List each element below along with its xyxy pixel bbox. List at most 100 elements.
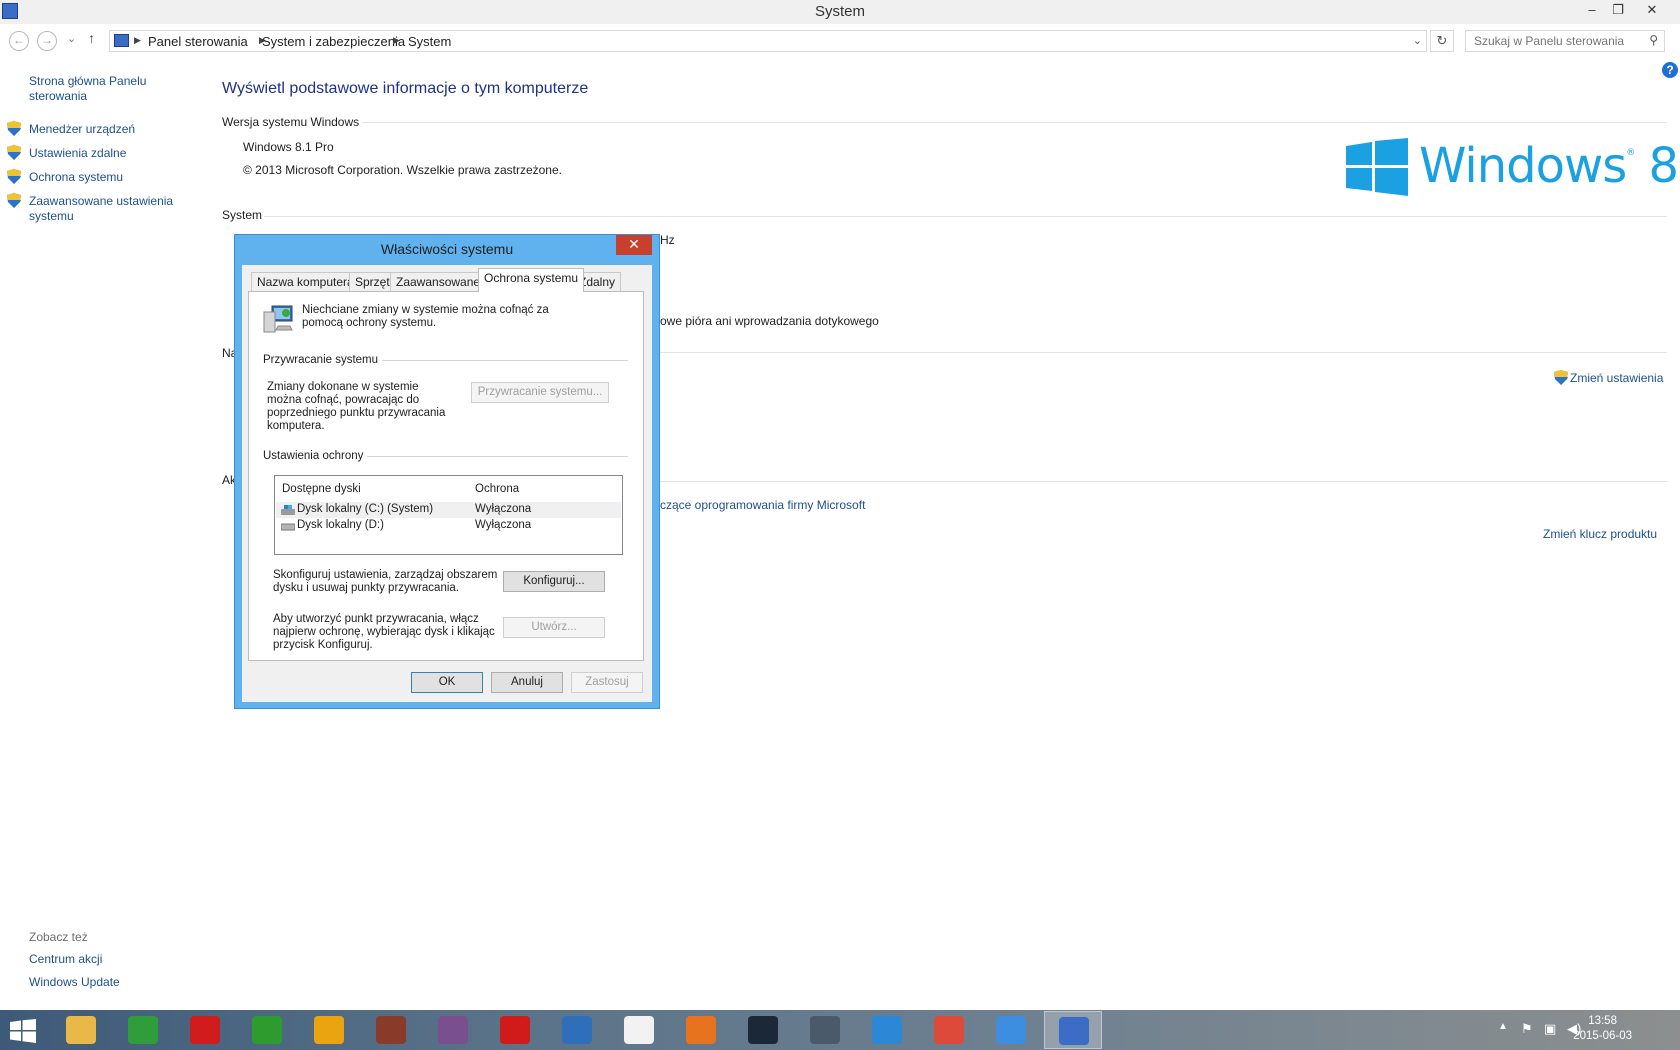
column-header-protection[interactable]: Ochrona — [475, 483, 519, 495]
sidebar-item-remote-settings[interactable]: Ustawienia zdalne — [29, 146, 126, 161]
system-properties-dialog: Właściwości systemu ✕ Nazwa komputera Sp… — [234, 234, 660, 709]
dialog-body: Nazwa komputera Sprzęt Zaawansowane Ochr… — [242, 265, 652, 702]
drive-status: Wyłączona — [475, 503, 532, 515]
shield-icon — [7, 145, 21, 160]
license-terms-link[interactable]: czące oprogramowania firmy Microsoft — [660, 498, 865, 512]
taskbar-thunderbird-button[interactable] — [548, 1011, 606, 1049]
origin-icon — [686, 1016, 716, 1044]
uplay-icon — [872, 1016, 902, 1044]
search-icon[interactable]: ⚲ — [1649, 33, 1658, 47]
restore-button[interactable]: ❐ — [1604, 0, 1632, 22]
window-title: System — [814, 3, 865, 20]
logo-version: 8 — [1648, 138, 1680, 194]
taskbar-aida64-button[interactable] — [238, 1011, 296, 1049]
taskbar-origin-button[interactable] — [672, 1011, 730, 1049]
splatter-icon — [500, 1016, 530, 1044]
game-icon — [376, 1016, 406, 1044]
page-title: Wyświetl podstawowe informacje o tym kom… — [222, 80, 589, 97]
sidebar-item-system-protection[interactable]: Ochrona systemu — [29, 170, 123, 185]
chevron-right-icon[interactable]: ▶ — [134, 35, 141, 46]
taskbar-gog-button[interactable] — [424, 1011, 482, 1049]
taskbar-record-button[interactable] — [176, 1011, 234, 1049]
clock-time: 13:58 — [1588, 1015, 1617, 1027]
change-product-key-link[interactable]: Zmień klucz produktu — [1543, 527, 1657, 541]
aimp-icon — [314, 1016, 344, 1044]
taskbar-steam-button[interactable] — [734, 1011, 792, 1049]
up-button[interactable]: ↑ — [88, 30, 95, 46]
section-divider — [362, 122, 1667, 123]
drive-row-c[interactable]: Dysk lokalny (C:) (System) Wyłączona — [276, 502, 621, 518]
sidebar-item-advanced-settings[interactable]: Zaawansowane ustawienia systemu — [29, 194, 179, 224]
help-icon[interactable]: ? — [1662, 62, 1678, 78]
back-button[interactable]: ← — [9, 31, 29, 51]
section-divider — [660, 352, 1667, 353]
ok-button[interactable]: OK — [411, 672, 483, 693]
taskbar-moon-button[interactable] — [796, 1011, 854, 1049]
taskbar-game-button[interactable] — [362, 1011, 420, 1049]
show-hidden-icons[interactable]: ▲ — [1498, 1021, 1508, 1032]
breadcrumb-system-security[interactable]: System i zabezpieczenia — [262, 34, 405, 49]
taskbar-uplay-button[interactable] — [858, 1011, 916, 1049]
cancel-button[interactable]: Anuluj — [491, 672, 563, 693]
action-center-flag-icon[interactable]: ⚑ — [1521, 1021, 1533, 1037]
section-divider — [264, 216, 1667, 217]
create-button[interactable]: Utwórz... — [503, 617, 605, 638]
navigation-bar: ← → ⌄ ↑ ▶ Panel sterowania ▶ System i za… — [0, 24, 1680, 58]
aida64-icon — [252, 1016, 282, 1044]
search-input[interactable] — [1466, 31, 1636, 51]
system-protection-panel: Niechciane zmiany w systemie można cofną… — [248, 291, 644, 661]
taskbar-system-button[interactable] — [1044, 1011, 1102, 1049]
taskbar-aimp-button[interactable] — [300, 1011, 358, 1049]
control-panel-home-link[interactable]: Strona główna Panelu sterowania — [29, 74, 179, 104]
clock[interactable]: 13:58 2015-06-03 — [1573, 1014, 1632, 1044]
breadcrumb-system[interactable]: System — [408, 34, 451, 49]
taskbar-utorrent-button[interactable] — [114, 1011, 172, 1049]
drive-status: Wyłączona — [475, 519, 532, 531]
minimize-button[interactable]: – — [1578, 0, 1606, 22]
system-icon — [1059, 1017, 1089, 1045]
taskbar-explorer-button[interactable] — [52, 1011, 110, 1049]
title-bar: System – ❐ ✕ — [0, 0, 1680, 24]
shield-icon — [7, 121, 21, 136]
control-panel-icon — [114, 34, 129, 47]
system-restore-button[interactable]: Przywracanie systemu... — [471, 382, 609, 403]
recent-locations-icon[interactable]: ⌄ — [67, 32, 76, 45]
taskbar-chrome-button[interactable] — [920, 1011, 978, 1049]
taskbar-splatter-button[interactable] — [486, 1011, 544, 1049]
taskbar-mpc-button[interactable] — [610, 1011, 668, 1049]
see-also-action-center[interactable]: Centrum akcji — [29, 952, 102, 967]
forward-button[interactable]: → — [37, 31, 57, 51]
chevron-down-icon[interactable]: ⌄ — [1413, 34, 1422, 47]
left-pane: Strona główna Panelu sterowania Menedżer… — [0, 58, 210, 1008]
record-icon — [190, 1016, 220, 1044]
drive-name: Dysk lokalny (D:) — [297, 519, 384, 531]
chevron-right-icon[interactable]: ▶ — [393, 35, 400, 46]
gog-icon — [438, 1016, 468, 1044]
search-box[interactable]: ⚲ — [1465, 30, 1665, 52]
taskbar: ▲ ⚑ ▣ ◀) 13:58 2015-06-03 — [0, 1010, 1680, 1050]
tab-computer-name[interactable]: Nazwa komputera — [251, 272, 360, 291]
tab-system-protection[interactable]: Ochrona systemu — [478, 268, 585, 292]
start-button[interactable] — [10, 1019, 36, 1043]
address-bar[interactable]: ▶ Panel sterowania ▶ System i zabezpiecz… — [109, 30, 1427, 52]
restore-description: Zmiany dokonane w systemie można cofnąć,… — [267, 381, 446, 432]
breadcrumb-panel-sterowania[interactable]: Panel sterowania — [148, 34, 248, 49]
drives-list[interactable]: Dostępne dyski Ochrona Dysk lokalny (C:)… — [274, 475, 623, 555]
see-also-windows-update[interactable]: Windows Update — [29, 975, 120, 990]
dialog-close-button[interactable]: ✕ — [616, 235, 652, 255]
configure-button[interactable]: Konfiguruj... — [503, 571, 605, 592]
drive-row-d[interactable]: Dysk lokalny (D:) Wyłączona — [276, 518, 621, 534]
sidebar-item-device-manager[interactable]: Menedżer urządzeń — [29, 122, 135, 137]
column-header-drives[interactable]: Dostępne dyski — [282, 483, 361, 495]
protection-settings-label: Ustawienia ochrony — [263, 450, 368, 462]
change-settings-link[interactable]: Zmień ustawienia — [1570, 371, 1663, 385]
edition-section-heading: Wersja systemu Windows — [222, 115, 360, 129]
tab-advanced[interactable]: Zaawansowane — [390, 272, 487, 291]
close-button[interactable]: ✕ — [1638, 0, 1666, 22]
apply-button[interactable]: Zastosuj — [571, 672, 643, 693]
taskbar-control-panel-button[interactable] — [982, 1011, 1040, 1049]
tab-hardware[interactable]: Sprzęt — [349, 272, 396, 291]
refresh-button[interactable]: ↻ — [1430, 30, 1454, 52]
clock-date: 2015-06-03 — [1573, 1030, 1632, 1042]
network-icon[interactable]: ▣ — [1544, 1021, 1556, 1037]
